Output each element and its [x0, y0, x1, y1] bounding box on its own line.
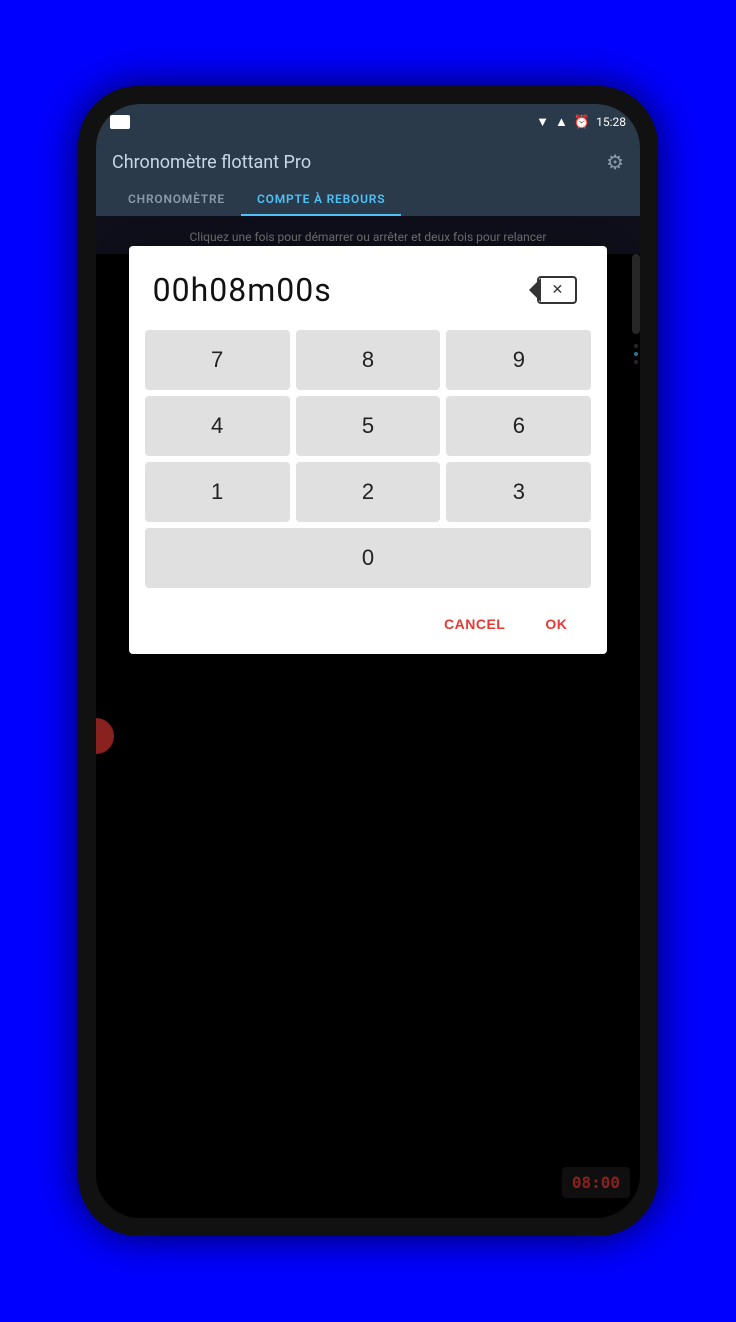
numpad-row-2: 4 5 6 [145, 396, 592, 456]
num-btn-5[interactable]: 5 [296, 396, 441, 456]
signal-icon: ▲ [555, 114, 568, 130]
num-btn-8[interactable]: 8 [296, 330, 441, 390]
gear-icon[interactable]: ⚙ [606, 150, 624, 174]
backspace-x-icon: ✕ [551, 282, 563, 298]
num-btn-2[interactable]: 2 [296, 462, 441, 522]
numpad: 7 8 9 4 5 6 1 2 3 [145, 330, 592, 588]
wifi-icon: ▼ [536, 114, 549, 130]
numpad-dialog: 00h08m00s ✕ 7 8 9 [129, 246, 608, 654]
num-btn-6[interactable]: 6 [446, 396, 591, 456]
status-bar: ▼ ▲ ⏰ 15:28 [96, 104, 640, 140]
status-right: ▼ ▲ ⏰ 15:28 [536, 114, 626, 130]
status-left [110, 115, 130, 129]
main-content: Cliquez une fois pour démarrer ou arrête… [96, 216, 640, 1218]
num-btn-3[interactable]: 3 [446, 462, 591, 522]
tab-compte-rebours[interactable]: COMPTE À REBOURS [241, 184, 401, 216]
status-time: 15:28 [596, 115, 626, 129]
app-header: Chronomètre flottant Pro ⚙ CHRONOMÈTRE C… [96, 140, 640, 216]
num-btn-4[interactable]: 4 [145, 396, 290, 456]
num-btn-1[interactable]: 1 [145, 462, 290, 522]
status-app-icon [110, 115, 130, 129]
dialog-time-display: 00h08m00s [153, 271, 332, 309]
ok-button[interactable]: OK [529, 608, 583, 640]
cancel-button[interactable]: CANCEL [428, 608, 521, 640]
numpad-row-4: 0 [145, 528, 592, 588]
numpad-row-3: 1 2 3 [145, 462, 592, 522]
tab-bar: CHRONOMÈTRE COMPTE À REBOURS [112, 184, 624, 216]
num-btn-9[interactable]: 9 [446, 330, 591, 390]
app-title: Chronomètre flottant Pro [112, 152, 311, 173]
phone-frame: ▼ ▲ ⏰ 15:28 Chronomètre flottant Pro ⚙ C… [78, 86, 658, 1236]
backspace-icon: ✕ [537, 276, 577, 304]
dialog-time-row: 00h08m00s ✕ [145, 270, 592, 310]
alarm-icon: ⏰ [574, 115, 590, 130]
backspace-button[interactable]: ✕ [531, 270, 583, 310]
dialog-actions: CANCEL OK [145, 594, 592, 654]
app-title-row: Chronomètre flottant Pro ⚙ [112, 150, 624, 184]
dialog-overlay: 00h08m00s ✕ 7 8 9 [96, 216, 640, 1218]
num-btn-0[interactable]: 0 [145, 528, 592, 588]
numpad-row-1: 7 8 9 [145, 330, 592, 390]
tab-chronometre[interactable]: CHRONOMÈTRE [112, 184, 241, 216]
num-btn-7[interactable]: 7 [145, 330, 290, 390]
phone-screen: ▼ ▲ ⏰ 15:28 Chronomètre flottant Pro ⚙ C… [96, 104, 640, 1218]
